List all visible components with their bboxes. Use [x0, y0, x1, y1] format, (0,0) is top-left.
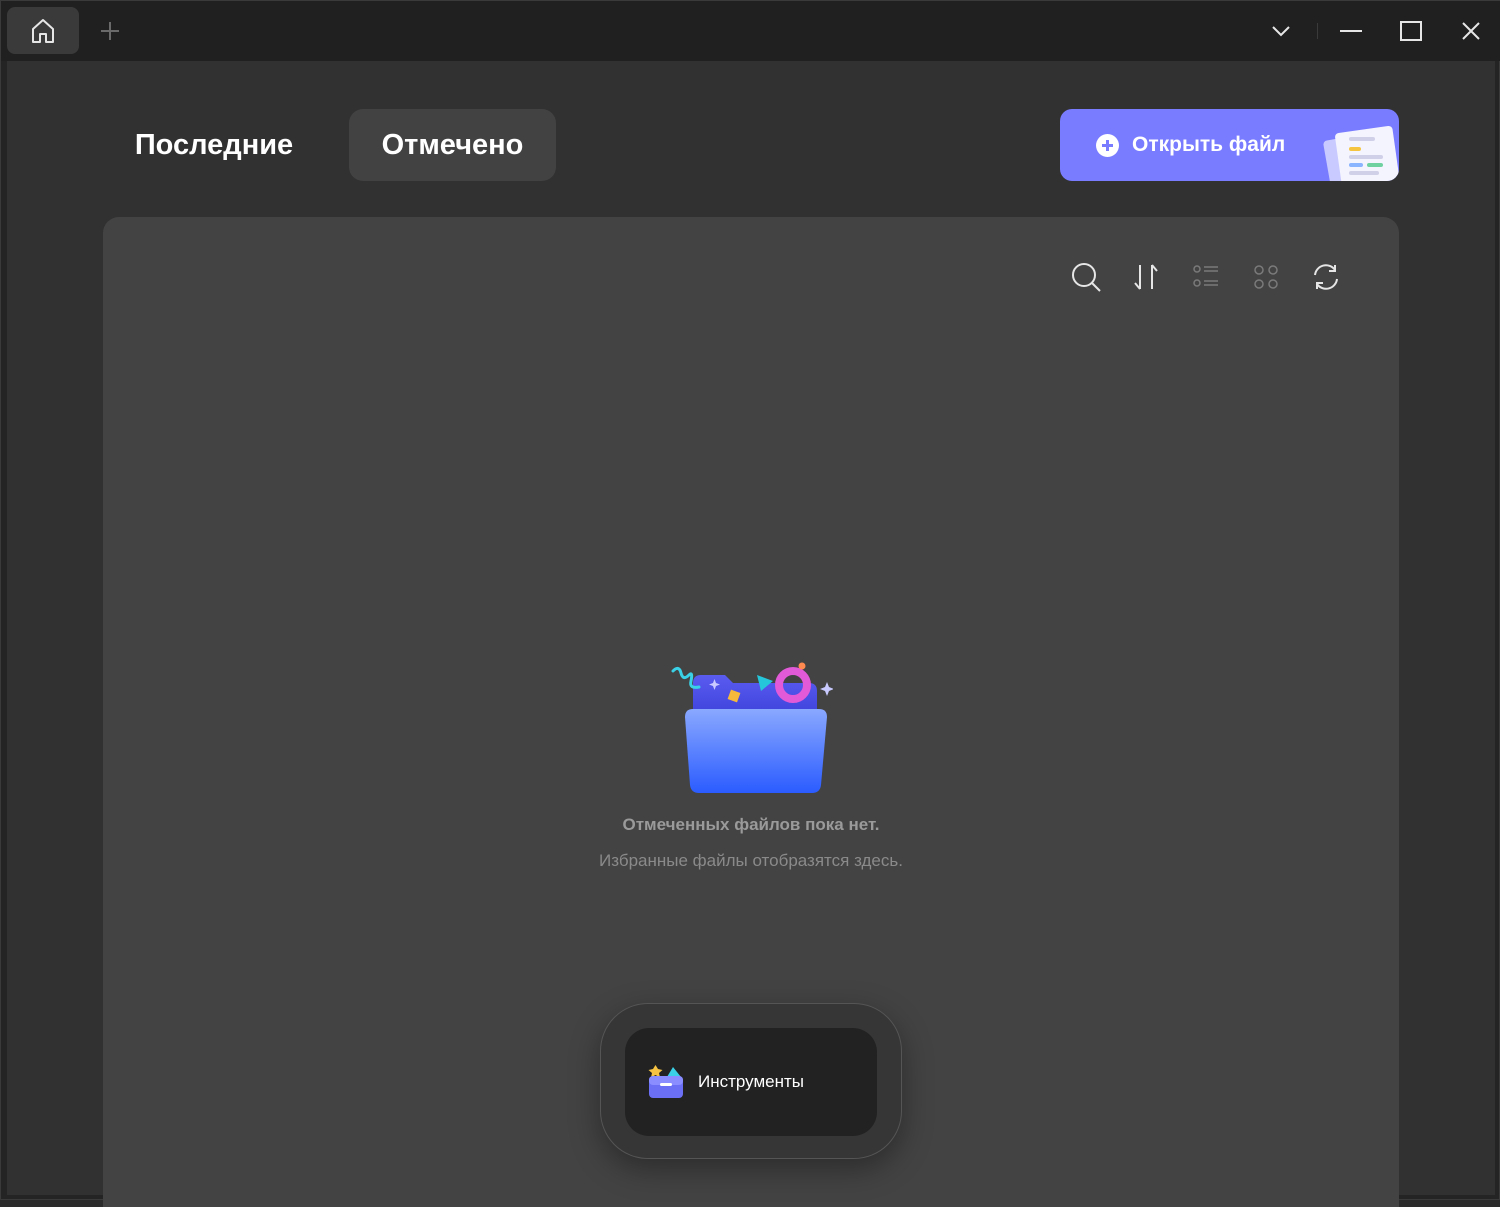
- empty-folder-illustration: [671, 662, 833, 793]
- close-icon: [1462, 22, 1480, 40]
- tab-starred[interactable]: Отмечено: [349, 109, 556, 181]
- close-button[interactable]: [1451, 11, 1491, 51]
- sort-button[interactable]: [1126, 257, 1166, 297]
- tools-label: Инструменты: [698, 1072, 805, 1091]
- search-icon: [1072, 263, 1101, 292]
- file-panel: Отмеченных файлов пока нет. Избранные фа…: [103, 217, 1399, 1207]
- empty-state-subtitle: Избранные файлы отобразятся здесь.: [599, 851, 903, 870]
- grid-view-button[interactable]: [1246, 257, 1286, 297]
- empty-state-title: Отмеченных файлов пока нет.: [622, 815, 880, 834]
- tools-button[interactable]: Инструменты: [625, 1028, 877, 1136]
- maximize-button[interactable]: [1391, 11, 1431, 51]
- toolbox-icon: [648, 1065, 683, 1098]
- tab-recent[interactable]: Последние: [109, 109, 319, 181]
- home-tab[interactable]: [7, 7, 79, 54]
- plus-icon: [101, 22, 119, 40]
- sort-icon: [1134, 264, 1158, 290]
- chevron-down-icon: [1272, 26, 1290, 37]
- minimize-icon: [1340, 30, 1362, 32]
- main-area: Последние Отмечено Открыть файл Отмеченн…: [7, 61, 1495, 1207]
- title-bar: [1, 1, 1500, 61]
- tools-dock: Инструменты: [600, 1003, 902, 1159]
- dropdown-button[interactable]: [1261, 11, 1301, 51]
- plus-circle-icon: [1096, 133, 1119, 157]
- search-button[interactable]: [1066, 257, 1106, 297]
- open-file-label: Открыть файл: [1132, 133, 1286, 156]
- list-view-button[interactable]: [1186, 257, 1226, 297]
- list-view-icon: [1193, 265, 1218, 287]
- maximize-icon: [1400, 21, 1422, 41]
- new-tab-button[interactable]: [95, 15, 125, 47]
- grid-view-icon: [1254, 265, 1278, 289]
- refresh-button[interactable]: [1306, 257, 1346, 297]
- home-icon: [32, 18, 54, 43]
- app-window: Последние Отмечено Открыть файл Отмеченн…: [0, 0, 1500, 1207]
- refresh-icon: [1314, 264, 1338, 290]
- documents-icon: [1323, 125, 1399, 181]
- open-file-button[interactable]: Открыть файл: [1060, 109, 1399, 181]
- minimize-button[interactable]: [1331, 11, 1371, 51]
- controls-divider: [1317, 23, 1318, 39]
